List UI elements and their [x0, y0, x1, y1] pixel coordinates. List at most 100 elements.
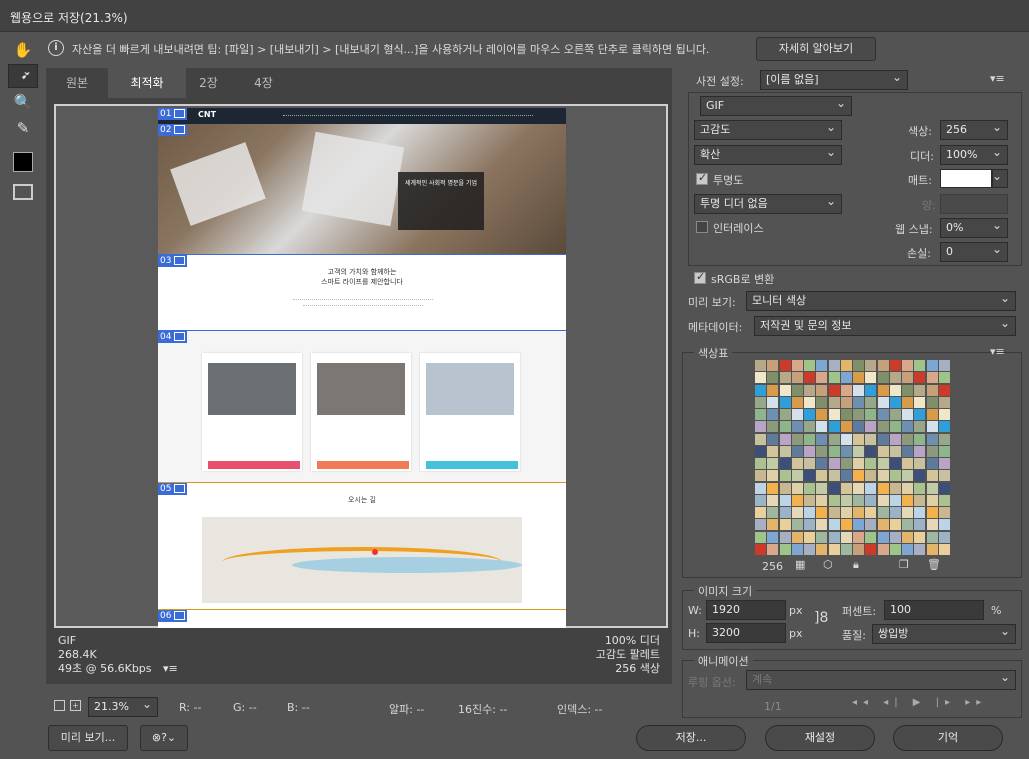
- palette-swatch[interactable]: [926, 543, 938, 555]
- palette-swatch[interactable]: [840, 543, 852, 555]
- palette-swatch[interactable]: [828, 409, 840, 420]
- tab-original[interactable]: 원본: [46, 68, 108, 98]
- palette-swatch[interactable]: [902, 384, 913, 396]
- palette-swatch[interactable]: [938, 396, 950, 408]
- palette-swatch[interactable]: [804, 531, 815, 543]
- new-color-icon[interactable]: ❐: [899, 558, 909, 571]
- palette-swatch[interactable]: [853, 531, 864, 543]
- palette-swatch[interactable]: [791, 482, 803, 494]
- palette-swatch[interactable]: [877, 458, 889, 469]
- palette-swatch[interactable]: [914, 470, 926, 482]
- palette-swatch[interactable]: [791, 519, 803, 531]
- palette-swatch[interactable]: [791, 458, 803, 469]
- palette-swatch[interactable]: [828, 531, 840, 543]
- palette-swatch[interactable]: [889, 372, 901, 384]
- palette-swatch[interactable]: [767, 482, 779, 494]
- palette-swatch[interactable]: [767, 409, 779, 420]
- palette-swatch[interactable]: [804, 360, 815, 371]
- palette-swatch[interactable]: [791, 543, 803, 555]
- palette-swatch[interactable]: [902, 409, 913, 420]
- palette-swatch[interactable]: [779, 507, 791, 518]
- dither-algorithm-select[interactable]: 확산: [694, 143, 842, 165]
- palette-swatch[interactable]: [902, 396, 913, 408]
- palette-swatch[interactable]: [828, 458, 840, 469]
- palette-swatch[interactable]: [779, 482, 791, 494]
- palette-swatch[interactable]: [877, 372, 889, 384]
- palette-swatch[interactable]: [938, 519, 950, 531]
- palette-swatch[interactable]: [938, 470, 950, 482]
- zoom-select[interactable]: 21.3%: [88, 695, 158, 717]
- remember-button[interactable]: 기억: [893, 725, 1003, 751]
- palette-swatch[interactable]: [828, 433, 840, 445]
- palette-swatch[interactable]: [938, 494, 950, 506]
- palette-swatch[interactable]: [804, 384, 815, 396]
- palette-swatch[interactable]: [804, 433, 815, 445]
- palette-swatch[interactable]: [779, 433, 791, 445]
- palette-swatch[interactable]: [804, 494, 815, 506]
- reduction-select[interactable]: 고감도: [694, 118, 842, 140]
- palette-swatch[interactable]: [828, 494, 840, 506]
- palette-swatch[interactable]: [914, 519, 926, 531]
- palette-swatch[interactable]: [767, 531, 779, 543]
- palette-swatch[interactable]: [853, 445, 864, 457]
- palette-swatch[interactable]: [804, 372, 815, 384]
- palette-swatch[interactable]: [889, 519, 901, 531]
- palette-swatch[interactable]: [914, 482, 926, 494]
- palette-swatch[interactable]: [865, 470, 877, 482]
- palette-swatch[interactable]: [767, 543, 779, 555]
- palette-swatch[interactable]: [779, 519, 791, 531]
- palette-swatch[interactable]: [755, 482, 766, 494]
- palette-swatch[interactable]: [767, 470, 779, 482]
- palette-swatch[interactable]: [791, 445, 803, 457]
- palette-swatch[interactable]: [755, 543, 766, 555]
- palette-swatch[interactable]: [938, 507, 950, 518]
- palette-swatch[interactable]: [865, 531, 877, 543]
- palette-swatch[interactable]: [816, 458, 828, 469]
- palette-swatch[interactable]: [828, 384, 840, 396]
- palette-swatch[interactable]: [816, 543, 828, 555]
- palette-swatch[interactable]: [938, 433, 950, 445]
- palette-swatch[interactable]: [840, 360, 852, 371]
- palette-swatch[interactable]: [926, 445, 938, 457]
- colors-select[interactable]: 256: [940, 118, 1008, 140]
- palette-swatch[interactable]: [816, 372, 828, 384]
- palette-swatch[interactable]: [840, 384, 852, 396]
- palette-swatch[interactable]: [804, 409, 815, 420]
- palette-swatch[interactable]: [914, 507, 926, 518]
- palette-swatch[interactable]: [902, 531, 913, 543]
- color-table-grid[interactable]: [755, 360, 950, 555]
- palette-swatch[interactable]: [853, 494, 864, 506]
- width-input[interactable]: 1920: [706, 600, 786, 620]
- palette-swatch[interactable]: [767, 507, 779, 518]
- palette-swatch[interactable]: [914, 360, 926, 371]
- palette-swatch[interactable]: [853, 507, 864, 518]
- palette-swatch[interactable]: [828, 470, 840, 482]
- palette-swatch[interactable]: [853, 384, 864, 396]
- palette-swatch[interactable]: [889, 421, 901, 433]
- palette-swatch[interactable]: [816, 531, 828, 543]
- palette-swatch[interactable]: [902, 482, 913, 494]
- transparency-dither-select[interactable]: 투명 디더 없음: [694, 192, 842, 214]
- animation-controls[interactable]: ◂◂ ◂| ▶ |▸ ▸▸: [852, 697, 987, 708]
- palette-swatch[interactable]: [755, 519, 766, 531]
- palette-swatch[interactable]: [755, 396, 766, 408]
- palette-swatch[interactable]: [902, 519, 913, 531]
- palette-swatch[interactable]: [938, 360, 950, 371]
- palette-swatch[interactable]: [816, 507, 828, 518]
- palette-swatch[interactable]: [865, 360, 877, 371]
- palette-swatch[interactable]: [902, 372, 913, 384]
- transparency-checkbox[interactable]: [696, 171, 708, 185]
- palette-swatch[interactable]: [914, 494, 926, 506]
- zoom-out-icon[interactable]: [54, 700, 65, 711]
- palette-swatch[interactable]: [865, 519, 877, 531]
- web-shift-icon[interactable]: ⬡: [823, 558, 833, 571]
- palette-swatch[interactable]: [914, 396, 926, 408]
- slice-06[interactable]: 06: [158, 610, 566, 628]
- slice-03[interactable]: 03 고객의 가치와 함께하는 스마트 라이프를 제안합니다: [158, 254, 566, 330]
- palette-swatch[interactable]: [791, 507, 803, 518]
- palette-swatch[interactable]: [779, 458, 791, 469]
- matte-color[interactable]: [940, 169, 992, 188]
- palette-swatch[interactable]: [767, 384, 779, 396]
- palette-swatch[interactable]: [926, 507, 938, 518]
- palette-swatch[interactable]: [877, 421, 889, 433]
